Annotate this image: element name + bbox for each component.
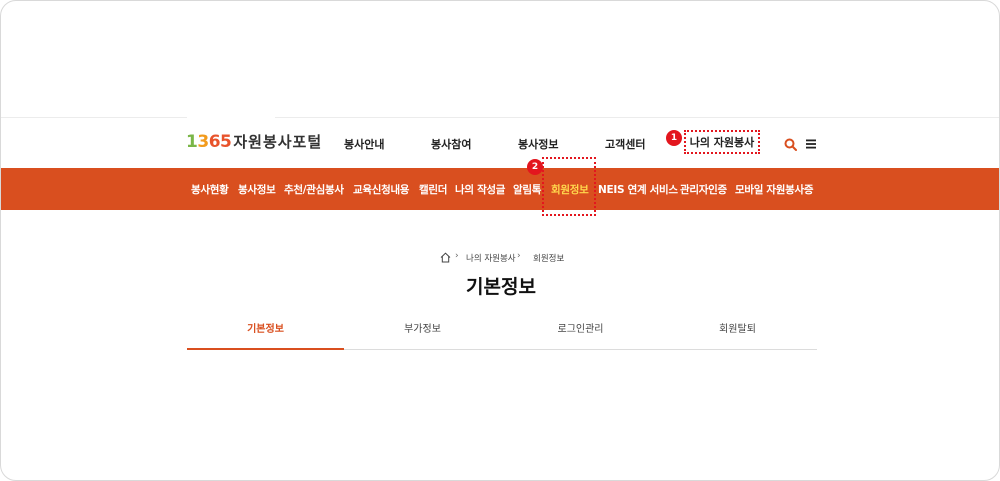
breadcrumb-separator-icon: › [455, 251, 459, 261]
subnav-item-my-posts[interactable]: 나의 작성글 [455, 182, 505, 197]
subnav-item-mobile-card[interactable]: 모바일 자원봉사증 [735, 182, 814, 197]
gnb-item-info[interactable]: 봉사정보 [518, 136, 558, 152]
member-info-tabs: 기본정보 부가정보 로그인관리 회원탈퇴 [187, 319, 817, 350]
hamburger-menu-icon[interactable] [806, 139, 816, 149]
page-title: 기본정보 [466, 276, 536, 298]
my-volunteer-link[interactable]: 나의 자원봉사 [684, 130, 760, 154]
subnav-item-alimtalk[interactable]: 알림톡 [513, 182, 541, 197]
subnav-item-status[interactable]: 봉사현황 [191, 182, 229, 197]
subnav-item-admin-auth[interactable]: 관리자인증 [680, 182, 727, 197]
home-icon[interactable] [440, 252, 451, 263]
tab-basic-info[interactable]: 기본정보 [187, 319, 344, 350]
breadcrumb-separator-icon: › [517, 251, 521, 261]
breadcrumb: › 나의 자원봉사 › 회원정보 [1, 251, 999, 265]
global-nav: 봉사안내 봉사참여 봉사정보 고객센터 [1, 131, 999, 155]
step-badge-1: 1 [666, 130, 682, 146]
gnb-item-guide[interactable]: 봉사안내 [344, 136, 384, 152]
subnav-item-calendar[interactable]: 캘린더 [419, 182, 447, 197]
subnav-item-info[interactable]: 봉사정보 [238, 182, 276, 197]
subnav-item-recommend[interactable]: 추천/관심봉사 [284, 182, 344, 197]
tab-login-management[interactable]: 로그인관리 [502, 319, 659, 349]
logo-mask [187, 113, 275, 123]
tab-additional-info[interactable]: 부가정보 [344, 319, 501, 349]
subnav-item-neis[interactable]: NEIS 연계 서비스 [598, 182, 678, 197]
page-frame: 1 3 65 자원봉사포털 봉사안내 봉사참여 봉사정보 고객센터 1 나의 자… [0, 0, 1000, 481]
header-top-divider [1, 117, 999, 118]
breadcrumb-level1[interactable]: 나의 자원봉사 [466, 252, 516, 264]
gnb-item-participate[interactable]: 봉사참여 [431, 136, 471, 152]
gnb-item-support[interactable]: 고객센터 [605, 136, 645, 152]
breadcrumb-level2[interactable]: 회원정보 [533, 252, 564, 264]
highlight-box-member-info [542, 157, 596, 216]
step-badge-2: 2 [527, 159, 543, 175]
subnav-item-education[interactable]: 교육신청내용 [353, 182, 409, 197]
search-icon[interactable] [784, 138, 797, 151]
tab-withdrawal[interactable]: 회원탈퇴 [659, 319, 816, 349]
